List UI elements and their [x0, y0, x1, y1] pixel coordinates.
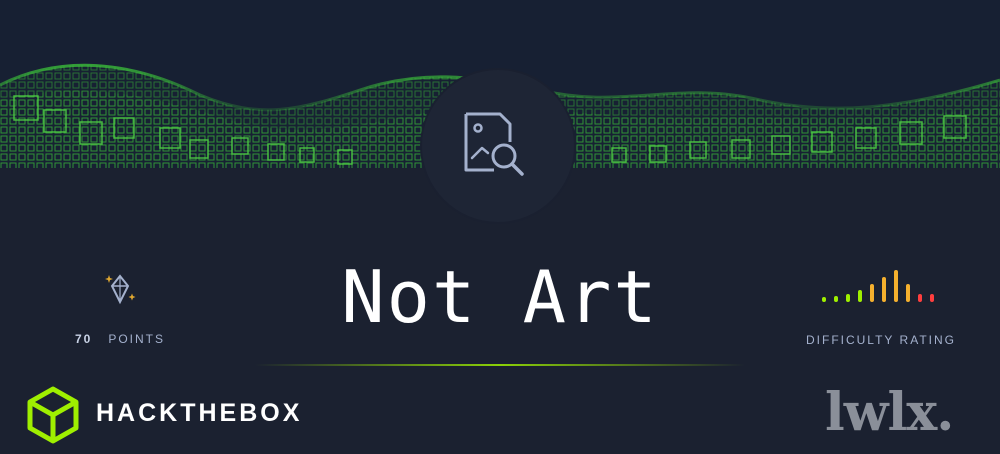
image-search-icon	[464, 112, 524, 176]
difficulty-bars-icon	[822, 270, 934, 302]
difficulty-label: DIFFICULTY RATING	[805, 333, 956, 347]
diamond-sparkle-icon	[105, 274, 136, 305]
hackthebox-cube-icon	[27, 386, 79, 444]
points-block: 70 POINTS	[70, 272, 170, 346]
points-value: 70	[74, 332, 93, 346]
points-label-row: 70 POINTS	[70, 332, 170, 346]
title-divider	[255, 364, 745, 366]
hackthebox-logo: HACKTHEBOX	[26, 386, 299, 449]
watermark-text: lwlx.	[825, 382, 954, 443]
challenge-title: Not Art	[341, 255, 659, 339]
difficulty-block: DIFFICULTY RATING	[800, 262, 962, 347]
hackthebox-wordmark: HACKTHEBOX	[96, 399, 303, 427]
category-badge	[422, 70, 574, 222]
points-label: POINTS	[108, 332, 166, 346]
